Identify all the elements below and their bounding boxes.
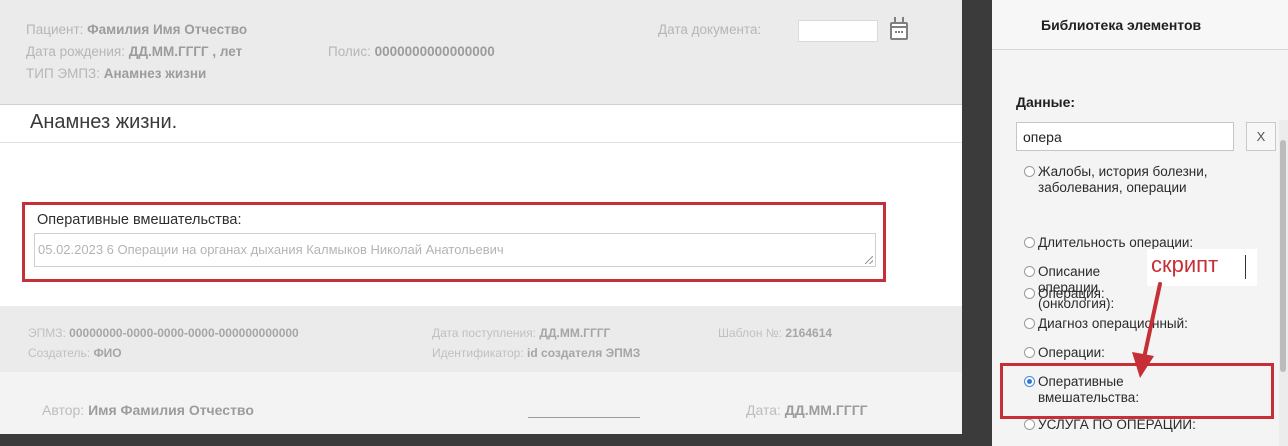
author-date: Дата: ДД.ММ.ГГГГ	[746, 402, 868, 418]
script-annotation: скрипт	[1147, 249, 1257, 286]
doc-date-input[interactable]	[798, 20, 878, 42]
signature-line	[528, 417, 640, 418]
emz-value: 00000000-0000-0000-0000-000000000000	[69, 326, 299, 340]
radio-icon[interactable]	[1024, 419, 1035, 430]
birth-value: ДД.ММ.ГГГГ , лет	[128, 44, 243, 59]
operations-field-value: 05.02.2023 6 Операции на органах дыхания…	[38, 242, 504, 257]
document-footer: ЭПМЗ: 00000000-0000-0000-0000-0000000000…	[0, 306, 962, 372]
patient-label: Пациент:	[26, 22, 84, 37]
library-header: Библиотека элементов	[992, 0, 1288, 50]
birth-row: Дата рождения: ДД.ММ.ГГГГ , лет	[26, 44, 242, 59]
received-value: ДД.ММ.ГГГГ	[539, 326, 611, 340]
identifier-value: id создателя ЭПМЗ	[527, 346, 641, 360]
library-item-label: УСЛУГА ПО ОПЕРАЦИИ:	[1038, 417, 1196, 432]
calendar-ring-right	[902, 17, 904, 23]
creator-row: Создатель: ФИО	[28, 346, 122, 360]
radio-icon[interactable]	[1024, 166, 1035, 177]
template-label: Шаблон №:	[718, 326, 782, 340]
type-value: Анамнез жизни	[103, 66, 207, 81]
emz-label: ЭПМЗ:	[28, 326, 66, 340]
library-item[interactable]: УСЛУГА ПО ОПЕРАЦИИ:	[1024, 417, 1264, 433]
title-divider	[0, 142, 962, 143]
calendar-ring-left	[894, 17, 896, 23]
resize-handle-icon[interactable]	[865, 256, 873, 264]
text-cursor	[1245, 255, 1246, 279]
document-panel: Пациент: Фамилия Имя Отчество Дата рожде…	[0, 0, 962, 434]
calendar-icon[interactable]	[890, 22, 908, 40]
type-label: ТИП ЭМПЗ:	[26, 66, 100, 81]
radio-icon[interactable]	[1024, 288, 1035, 299]
operations-field-label: Оперативные вмешательства:	[37, 212, 242, 228]
author-label: Автор:	[42, 402, 85, 418]
author: Автор: Имя Фамилия Отчество	[42, 402, 254, 418]
doc-date-label: Дата документа:	[658, 22, 762, 37]
library-scrollbar-thumb[interactable]	[1280, 140, 1286, 372]
operations-field-input[interactable]: 05.02.2023 6 Операции на органах дыхания…	[34, 233, 876, 267]
radio-icon[interactable]	[1024, 266, 1035, 277]
template-value: 2164614	[785, 326, 833, 340]
received-row: Дата поступления: ДД.ММ.ГГГГ	[432, 326, 610, 340]
creator-value: ФИО	[93, 346, 122, 360]
library-section-title: Данные:	[1016, 94, 1076, 110]
type-row: ТИП ЭМПЗ: Анамнез жизни	[26, 66, 206, 81]
library-title: Библиотека элементов	[1041, 17, 1202, 33]
patient-name: Фамилия Имя Отчество	[87, 22, 248, 37]
birth-label: Дата рождения:	[26, 44, 125, 59]
library-item-label: Жалобы, история болезни, заболевания, оп…	[1038, 164, 1208, 195]
radio-icon[interactable]	[1024, 347, 1035, 358]
emz-row: ЭПМЗ: 00000000-0000-0000-0000-0000000000…	[28, 326, 299, 340]
patient-row: Пациент: Фамилия Имя Отчество	[26, 22, 247, 37]
library-search-value: опера	[1023, 129, 1062, 145]
script-label: скрипт	[1151, 252, 1219, 277]
identifier-label: Идентификатор:	[432, 346, 524, 360]
author-value: Имя Фамилия Отчество	[88, 402, 254, 418]
creator-label: Создатель:	[28, 346, 91, 360]
radio-icon[interactable]	[1024, 318, 1035, 329]
library-item[interactable]: Жалобы, история болезни, заболевания, оп…	[1024, 164, 1252, 196]
author-date-value: ДД.ММ.ГГГГ	[784, 402, 868, 418]
received-label: Дата поступления:	[432, 326, 537, 340]
annotation-arrow-icon	[1132, 282, 1162, 378]
radio-icon[interactable]	[1024, 237, 1035, 248]
section-title: Анамнез жизни.	[30, 111, 178, 133]
template-row: Шаблон №: 2164614	[718, 326, 832, 340]
policy-label: Полис:	[328, 44, 371, 59]
author-row: Автор: Имя Фамилия Отчество Дата: ДД.ММ.…	[0, 372, 962, 434]
library-search-input[interactable]: опера	[1016, 122, 1234, 151]
author-date-label: Дата:	[746, 402, 781, 418]
identifier-row: Идентификатор: id создателя ЭПМЗ	[432, 346, 640, 360]
policy-value: 0000000000000000	[374, 44, 495, 59]
policy-row: Полис: 0000000000000000	[328, 44, 495, 59]
header-divider	[0, 104, 962, 105]
operations-field-highlight: Оперативные вмешательства: 05.02.2023 6 …	[22, 202, 886, 282]
document-header: Пациент: Фамилия Имя Отчество Дата рожде…	[0, 0, 962, 104]
clear-search-button[interactable]: X	[1246, 122, 1276, 151]
